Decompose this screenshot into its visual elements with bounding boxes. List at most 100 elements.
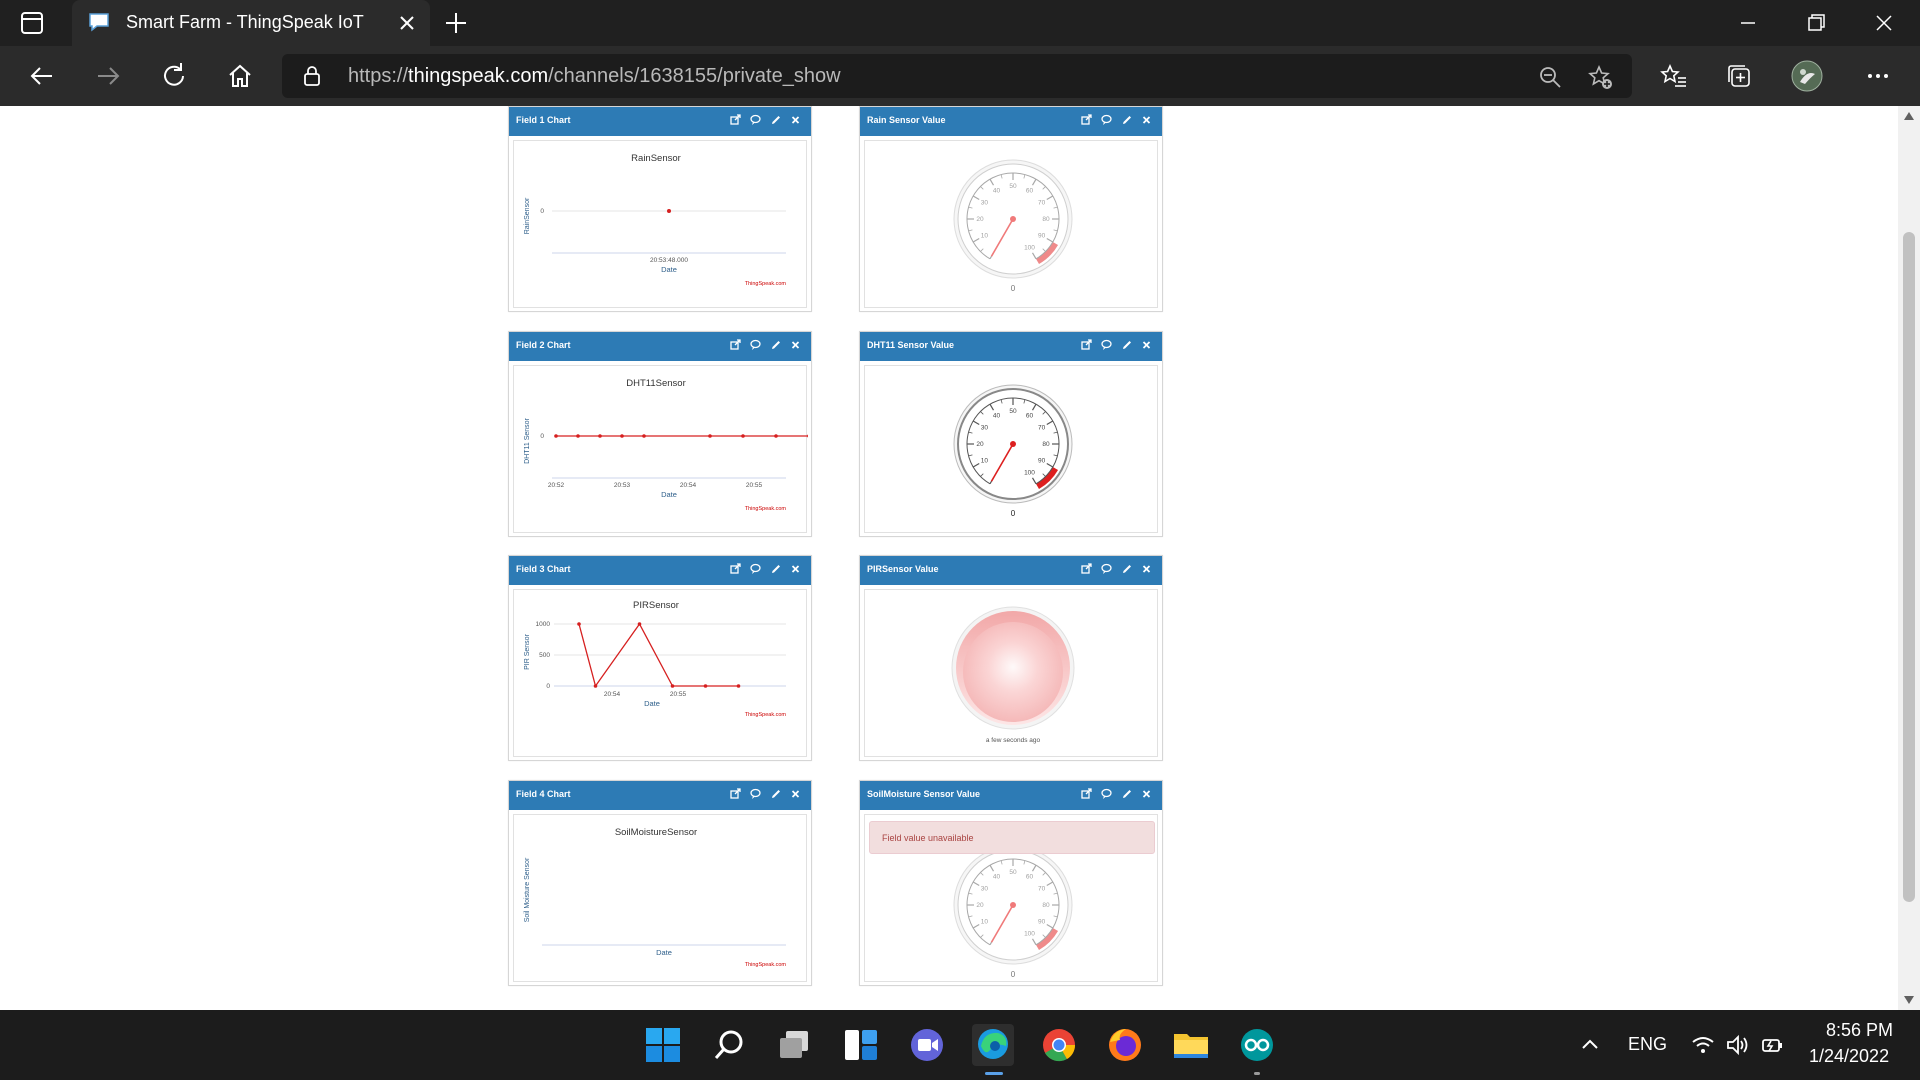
data-point[interactable] [637, 622, 642, 626]
open-external-icon[interactable] [1081, 114, 1092, 126]
edit-pencil-icon[interactable] [1121, 563, 1132, 575]
close-card-icon[interactable] [1141, 788, 1152, 800]
comment-icon[interactable] [750, 114, 761, 126]
comment-icon[interactable] [1101, 114, 1112, 126]
edge-browser-icon[interactable] [972, 1024, 1014, 1066]
scroll-down-icon[interactable] [1902, 994, 1916, 1006]
new-tab-icon[interactable] [443, 10, 469, 36]
gauge-scale-label: 50 [1009, 408, 1017, 415]
data-point[interactable] [807, 434, 808, 438]
open-external-icon[interactable] [730, 114, 741, 126]
url-text[interactable]: https://thingspeak.com/channels/1638155/… [348, 65, 841, 88]
restore-icon[interactable] [1801, 8, 1831, 38]
open-external-icon[interactable] [1081, 788, 1092, 800]
chevron-up-icon[interactable] [1577, 1033, 1603, 1057]
close-window-icon[interactable] [1869, 8, 1899, 38]
data-point[interactable] [703, 684, 708, 688]
search-icon[interactable] [708, 1024, 750, 1066]
gauge-pivot [1010, 441, 1016, 447]
wifi-icon[interactable] [1690, 1033, 1716, 1057]
tab-actions-icon[interactable] [18, 10, 46, 36]
data-point[interactable] [642, 434, 646, 438]
comment-icon[interactable] [750, 563, 761, 575]
firefox-icon[interactable] [1104, 1024, 1146, 1066]
clock-time[interactable]: 8:56 PM [1826, 1020, 1893, 1041]
data-point[interactable] [670, 684, 675, 688]
widgets-icon[interactable] [840, 1024, 882, 1066]
chart-credit[interactable]: ThingSpeak.com [745, 281, 787, 287]
close-tab-icon[interactable] [395, 11, 419, 35]
data-point[interactable] [576, 434, 580, 438]
clock-date[interactable]: 1/24/2022 [1809, 1046, 1889, 1067]
start-windows-icon[interactable] [642, 1024, 684, 1066]
browser-tab[interactable]: Smart Farm - ThingSpeak IoT [72, 0, 430, 46]
data-point[interactable] [620, 434, 624, 438]
open-external-icon[interactable] [1081, 563, 1092, 575]
edit-pencil-icon[interactable] [770, 563, 781, 575]
file-explorer-icon[interactable] [1170, 1024, 1212, 1066]
home-icon[interactable] [224, 60, 256, 92]
language-indicator[interactable]: ENG [1628, 1034, 1667, 1055]
close-card-icon[interactable] [790, 563, 801, 575]
comment-icon[interactable] [1101, 339, 1112, 351]
data-point[interactable] [667, 209, 671, 213]
edit-pencil-icon[interactable] [1121, 114, 1132, 126]
profile-avatar-icon[interactable] [1791, 60, 1823, 92]
close-card-icon[interactable] [1141, 563, 1152, 575]
task-view-icon[interactable] [774, 1024, 816, 1066]
close-card-icon[interactable] [790, 339, 801, 351]
data-point[interactable] [774, 434, 778, 438]
collections-icon[interactable] [1723, 60, 1755, 92]
data-point[interactable] [598, 434, 602, 438]
edit-pencil-icon[interactable] [1121, 339, 1132, 351]
chart-credit[interactable]: ThingSpeak.com [745, 962, 787, 968]
more-menu-icon[interactable] [1862, 60, 1894, 92]
comment-icon[interactable] [750, 339, 761, 351]
chart-credit[interactable]: ThingSpeak.com [745, 506, 787, 512]
comment-icon[interactable] [1101, 788, 1112, 800]
data-point[interactable] [577, 622, 581, 626]
close-card-icon[interactable] [1141, 339, 1152, 351]
favorites-icon[interactable] [1658, 60, 1690, 92]
close-card-icon[interactable] [790, 114, 801, 126]
edit-pencil-icon[interactable] [770, 788, 781, 800]
chart-credit[interactable]: ThingSpeak.com [745, 712, 787, 718]
gauge-scale-label: 70 [1038, 886, 1046, 893]
close-card-icon[interactable] [1141, 114, 1152, 126]
refresh-icon[interactable] [158, 60, 190, 92]
close-card-icon[interactable] [790, 788, 801, 800]
forward-icon[interactable] [92, 60, 124, 92]
data-point[interactable] [593, 684, 598, 688]
open-external-icon[interactable] [730, 788, 741, 800]
scroll-thumb[interactable] [1903, 232, 1915, 902]
card-tools [730, 788, 801, 800]
teams-chat-icon[interactable] [906, 1024, 948, 1066]
data-point[interactable] [708, 434, 712, 438]
edit-pencil-icon[interactable] [770, 339, 781, 351]
dht11-gauge-card: DHT11 Sensor Value 10 20 30 40 50 60 70 80 90 100… [859, 331, 1163, 537]
scroll-up-icon[interactable] [1902, 110, 1916, 122]
gauge-scale-label: 30 [981, 425, 989, 432]
data-point[interactable] [554, 434, 558, 438]
open-external-icon[interactable] [730, 563, 741, 575]
volume-icon[interactable] [1725, 1033, 1751, 1057]
back-icon[interactable] [26, 60, 58, 92]
arduino-icon[interactable] [1236, 1024, 1278, 1066]
lock-icon[interactable] [302, 65, 322, 87]
zoom-icon[interactable] [1537, 64, 1563, 90]
address-bar[interactable]: https://thingspeak.com/channels/1638155/… [282, 54, 1632, 98]
comment-icon[interactable] [750, 788, 761, 800]
page-scrollbar[interactable] [1898, 106, 1920, 1010]
open-external-icon[interactable] [1081, 339, 1092, 351]
gauge-scale-label: 80 [1042, 216, 1050, 223]
data-point[interactable] [741, 434, 745, 438]
add-favorite-icon[interactable] [1587, 64, 1613, 90]
minimize-icon[interactable] [1733, 8, 1763, 38]
data-point[interactable] [736, 684, 741, 688]
comment-icon[interactable] [1101, 563, 1112, 575]
edit-pencil-icon[interactable] [1121, 788, 1132, 800]
edit-pencil-icon[interactable] [770, 114, 781, 126]
battery-icon[interactable] [1760, 1033, 1786, 1057]
chrome-icon[interactable] [1038, 1024, 1080, 1066]
open-external-icon[interactable] [730, 339, 741, 351]
